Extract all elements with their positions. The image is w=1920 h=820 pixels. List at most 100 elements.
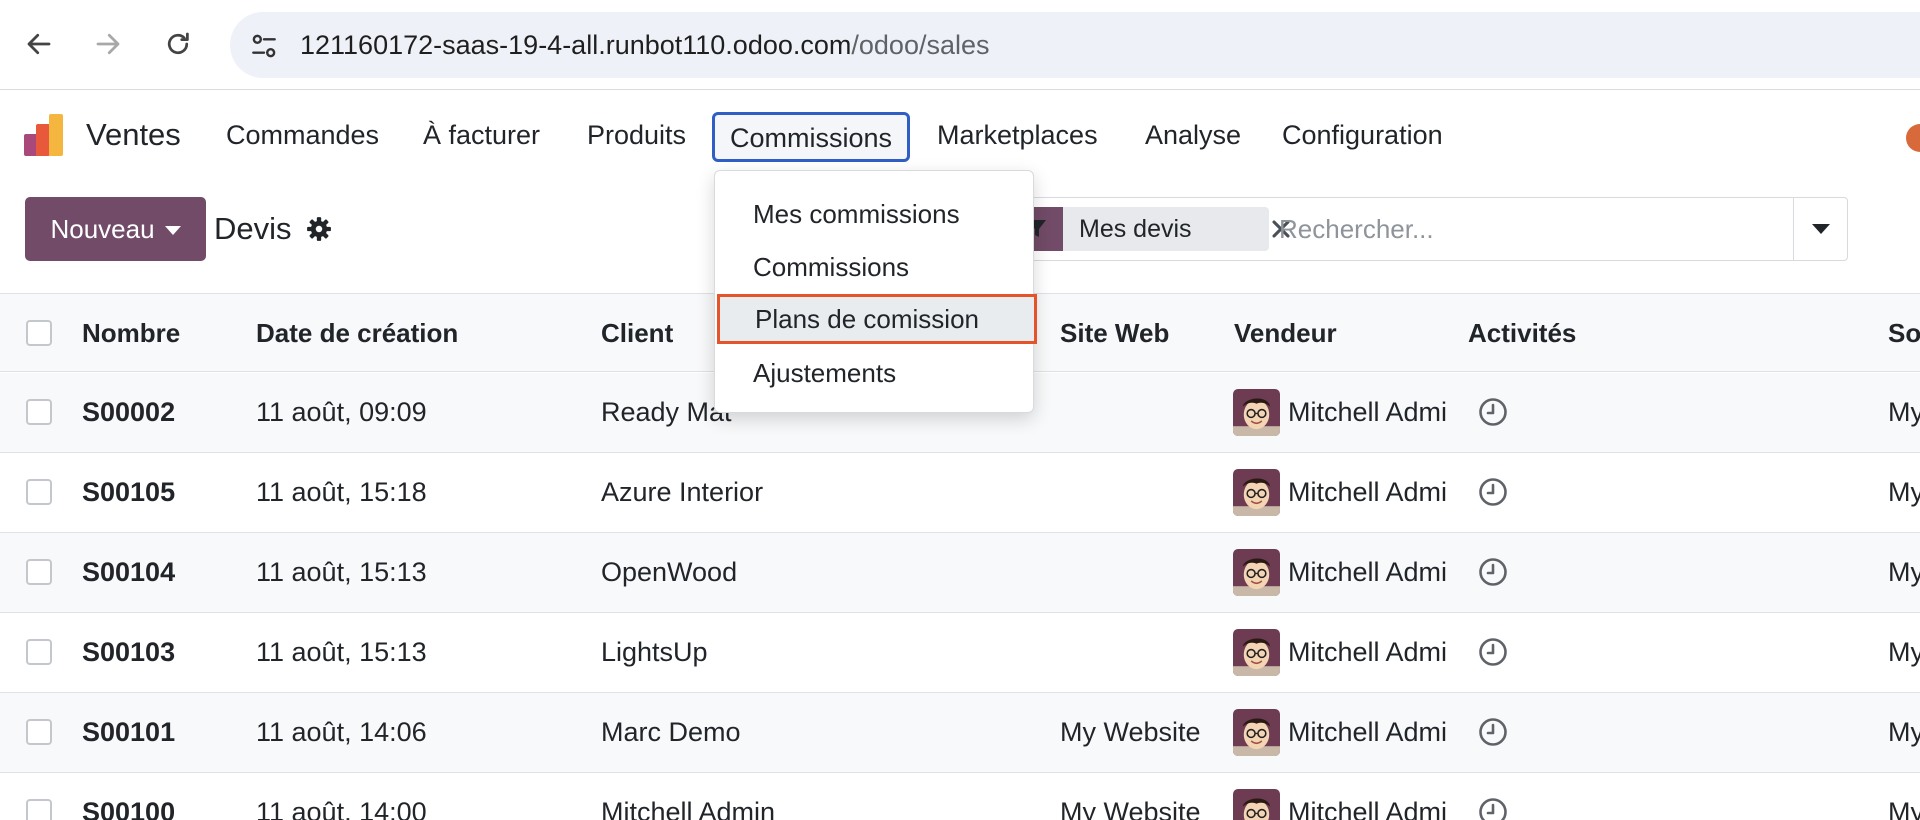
cell-company: My xyxy=(1888,797,1920,820)
cell-company: My xyxy=(1888,717,1920,747)
clock-icon[interactable] xyxy=(1477,556,1509,588)
reload-icon xyxy=(167,32,189,55)
caret-down-icon xyxy=(164,225,181,235)
cell-number: S00100 xyxy=(82,797,176,820)
gear-icon[interactable] xyxy=(306,216,332,242)
cell-client: Ready Mat xyxy=(601,397,732,427)
commissions-dropdown: Mes commissions Commissions Plans de com… xyxy=(714,170,1037,413)
salesperson-avatar xyxy=(1233,549,1280,596)
cell-date: 11 août, 14:06 xyxy=(256,717,427,747)
clock-icon[interactable] xyxy=(1477,636,1509,668)
menu-commandes[interactable]: Commandes xyxy=(226,92,379,178)
cell-number: S00101 xyxy=(82,717,176,747)
dropdown-item-plans-de-comission[interactable]: Plans de comission xyxy=(717,294,1037,344)
column-company[interactable]: So xyxy=(1888,294,1920,372)
search-bar: Mes devis xyxy=(1010,197,1848,261)
address-bar[interactable]: 121160172-saas-19-4-all.runbot110.odoo.c… xyxy=(230,12,1920,78)
cell-client: LightsUp xyxy=(601,637,708,667)
reload-button[interactable] xyxy=(154,20,202,68)
cell-website: My Website xyxy=(1060,717,1201,747)
menu-marketplaces[interactable]: Marketplaces xyxy=(937,92,1098,178)
row-checkbox[interactable] xyxy=(26,719,52,745)
menu-analyse[interactable]: Analyse xyxy=(1145,92,1241,178)
table-row[interactable]: S00104 11 août, 15:13 OpenWood Mitchell Adm… xyxy=(0,533,1920,613)
cell-website: My Website xyxy=(1060,797,1201,820)
cell-company: My xyxy=(1888,397,1920,427)
clock-icon[interactable] xyxy=(1477,716,1509,748)
cell-salesperson: Mitchell Admi xyxy=(1288,717,1448,747)
cell-number: S00103 xyxy=(82,637,176,667)
cell-client: Azure Interior xyxy=(601,477,764,507)
clock-icon[interactable] xyxy=(1477,476,1509,508)
cell-salesperson: Mitchell Admi xyxy=(1288,797,1448,820)
column-number[interactable]: Nombre xyxy=(82,294,180,372)
cell-number: S00105 xyxy=(82,477,176,507)
table-row[interactable]: S00103 11 août, 15:13 LightsUp Mitchell Adm… xyxy=(0,613,1920,693)
arrow-left-icon xyxy=(27,33,51,55)
cell-salesperson: Mitchell Admi xyxy=(1288,637,1448,667)
cell-date: 11 août, 14:00 xyxy=(256,797,427,820)
salesperson-avatar xyxy=(1233,469,1280,516)
salesperson-avatar xyxy=(1233,389,1280,436)
salesperson-avatar xyxy=(1233,629,1280,676)
table-row[interactable]: S00105 11 août, 15:18 Azure Interior Mitche… xyxy=(0,453,1920,533)
row-checkbox[interactable] xyxy=(26,639,52,665)
dropdown-item-ajustements[interactable]: Ajustements xyxy=(715,348,1035,398)
cell-date: 11 août, 15:13 xyxy=(256,637,427,667)
dropdown-item-commissions[interactable]: Commissions xyxy=(715,242,1035,292)
search-input[interactable] xyxy=(1269,207,1769,251)
page-title: Devis xyxy=(214,211,292,246)
column-client[interactable]: Client xyxy=(601,294,673,372)
cell-salesperson: Mitchell Admi xyxy=(1288,397,1448,427)
table-row[interactable]: S00100 11 août, 14:00 Mitchell Admin My Web… xyxy=(0,773,1920,820)
app-navbar: Ventes Commandes À facturer Produits Com… xyxy=(0,92,1920,178)
menu-a-facturer[interactable]: À facturer xyxy=(423,92,540,178)
cell-company: My xyxy=(1888,477,1920,507)
url-path: /odoo/sales xyxy=(851,30,990,60)
site-settings-icon[interactable] xyxy=(248,30,280,62)
arrow-right-icon xyxy=(96,33,120,55)
menu-produits[interactable]: Produits xyxy=(587,92,686,178)
cell-client: Marc Demo xyxy=(601,717,741,747)
table-row[interactable]: S00101 11 août, 14:06 Marc Demo My Website M… xyxy=(0,693,1920,773)
column-website[interactable]: Site Web xyxy=(1060,294,1169,372)
menu-configuration[interactable]: Configuration xyxy=(1282,92,1443,178)
caret-down-icon xyxy=(1812,224,1830,234)
browser-toolbar: 121160172-saas-19-4-all.runbot110.odoo.c… xyxy=(0,0,1920,90)
url-text[interactable]: 121160172-saas-19-4-all.runbot110.odoo.c… xyxy=(300,12,990,78)
clock-icon[interactable] xyxy=(1477,796,1509,820)
row-checkbox[interactable] xyxy=(26,559,52,585)
row-checkbox[interactable] xyxy=(26,399,52,425)
cell-date: 11 août, 09:09 xyxy=(256,397,427,427)
cell-date: 11 août, 15:18 xyxy=(256,477,427,507)
url-host: 121160172-saas-19-4-all.runbot110.odoo.c… xyxy=(300,30,852,60)
select-all-checkbox[interactable] xyxy=(26,320,52,346)
dropdown-item-mes-commissions[interactable]: Mes commissions xyxy=(715,189,1035,239)
column-date[interactable]: Date de création xyxy=(256,294,458,372)
search-facet: Mes devis xyxy=(1063,207,1290,251)
new-button-label: Nouveau xyxy=(50,213,155,244)
row-checkbox[interactable] xyxy=(26,799,52,820)
facet-label: Mes devis xyxy=(1079,214,1192,243)
column-salesperson[interactable]: Vendeur xyxy=(1234,294,1337,372)
cell-company: My xyxy=(1888,557,1920,587)
cell-client: OpenWood xyxy=(601,557,738,587)
salesperson-avatar xyxy=(1233,709,1280,756)
column-activities[interactable]: Activités xyxy=(1468,294,1576,372)
back-button[interactable] xyxy=(15,20,63,68)
cell-salesperson: Mitchell Admi xyxy=(1288,477,1448,507)
cell-salesperson: Mitchell Admi xyxy=(1288,557,1448,587)
new-button[interactable]: Nouveau xyxy=(25,197,206,261)
cell-date: 11 août, 15:13 xyxy=(256,557,427,587)
search-options-toggle[interactable] xyxy=(1793,198,1848,260)
cell-client: Mitchell Admin xyxy=(601,797,776,820)
clock-icon[interactable] xyxy=(1477,396,1509,428)
cell-company: My xyxy=(1888,637,1920,667)
cell-number: S00104 xyxy=(82,557,176,587)
sales-app-logo-icon[interactable] xyxy=(22,112,68,158)
row-checkbox[interactable] xyxy=(26,479,52,505)
forward-button[interactable] xyxy=(84,20,132,68)
cell-number: S00002 xyxy=(82,397,176,427)
app-name[interactable]: Ventes xyxy=(86,92,181,178)
menu-commissions[interactable]: Commissions xyxy=(712,112,911,162)
